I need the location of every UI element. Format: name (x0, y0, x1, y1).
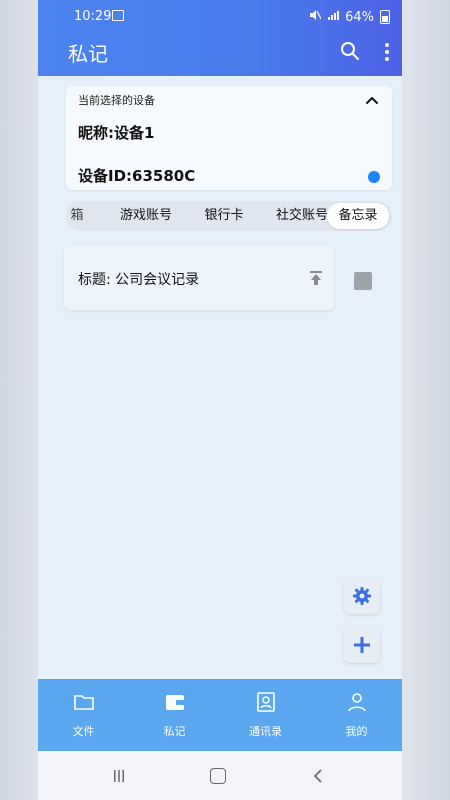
image-notification-icon (112, 10, 124, 21)
bottom-navigation: 文件 私记 通讯录 我的 (38, 679, 402, 751)
device-id: 设备ID:63580C (78, 167, 196, 185)
mute-icon (309, 9, 322, 25)
page-title: 私记 (68, 42, 108, 66)
signal-icon (327, 9, 340, 25)
add-button[interactable] (344, 627, 380, 663)
status-time: 10:29 (74, 9, 112, 24)
tab-memo[interactable]: 备忘录 (327, 203, 389, 229)
nav-label: 通讯录 (249, 725, 282, 738)
contacts-icon (255, 691, 277, 713)
plus-icon (352, 635, 372, 659)
nav-contacts[interactable]: 通讯录 (220, 679, 311, 751)
note-select-checkbox[interactable] (354, 272, 372, 290)
more-options-icon[interactable] (383, 40, 391, 62)
battery-icon (380, 10, 390, 24)
category-tabs: 箱 游戏账号 银行卡 社交账号 备忘录 (66, 201, 392, 231)
status-right: 64% (309, 9, 390, 25)
battery-percent: 64% (345, 9, 374, 25)
tab-mailbox[interactable]: 箱 (66, 201, 92, 231)
top-bar: 10:29 64% 私记 (38, 0, 402, 76)
device-card: 当前选择的设备 昵称:设备1 设备ID:63580C (66, 86, 392, 190)
tab-bank-cards[interactable]: 银行卡 (192, 201, 256, 231)
note-item[interactable]: 标题: 公司会议记录 (64, 246, 334, 310)
screen-frame: 10:29 64% 私记 当前选择的设备 昵称:设备1 设备ID:63580C … (0, 0, 450, 800)
pin-to-top-icon[interactable] (308, 270, 324, 286)
device-card-label: 当前选择的设备 (78, 94, 155, 107)
home-icon[interactable] (210, 768, 226, 784)
search-icon[interactable] (340, 41, 360, 61)
note-title: 标题: 公司会议记录 (78, 272, 200, 288)
back-icon[interactable] (312, 768, 326, 783)
system-navigation-bar (38, 751, 402, 800)
nav-me[interactable]: 我的 (311, 679, 402, 751)
device-nickname: 昵称:设备1 (78, 124, 155, 142)
nav-label: 文件 (72, 725, 95, 738)
nav-label: 私记 (163, 725, 186, 738)
nav-notes[interactable]: 私记 (129, 679, 220, 751)
gear-icon (352, 586, 372, 610)
recent-apps-icon[interactable] (112, 768, 126, 782)
folder-icon (73, 691, 95, 713)
status-bar: 10:29 64% (38, 0, 402, 30)
device-status-dot (368, 171, 380, 183)
nav-files[interactable]: 文件 (38, 679, 129, 751)
chevron-up-icon[interactable] (364, 92, 380, 108)
nav-label: 我的 (345, 725, 368, 738)
settings-button[interactable] (344, 578, 380, 614)
phone-screen: 10:29 64% 私记 当前选择的设备 昵称:设备1 设备ID:63580C … (38, 0, 402, 800)
app-header: 私记 (38, 30, 402, 76)
wallet-icon (164, 691, 186, 713)
person-icon (346, 691, 368, 713)
tab-game-accounts[interactable]: 游戏账号 (106, 201, 186, 231)
